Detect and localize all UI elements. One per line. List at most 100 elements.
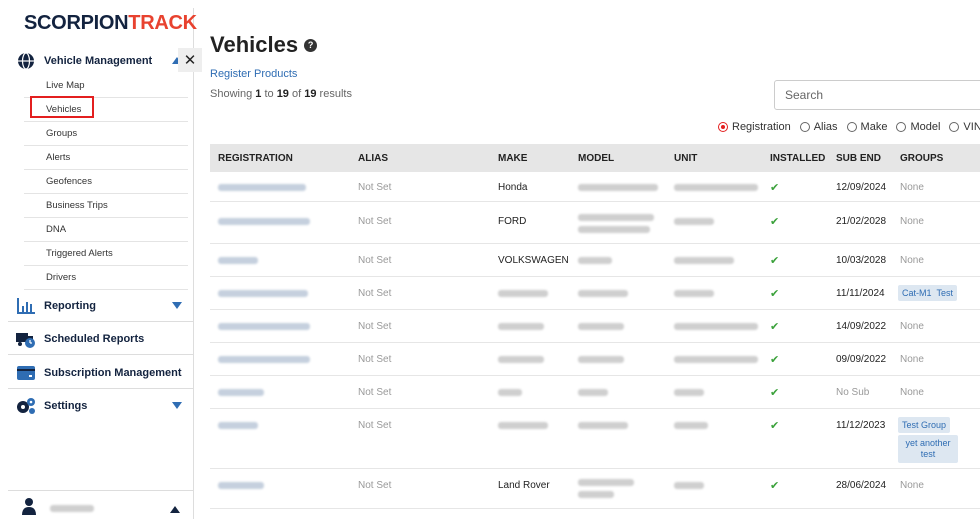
installed-check-icon: ✔ <box>770 288 780 300</box>
group-tag[interactable]: Cat-M1 Test <box>898 285 958 301</box>
unit-redacted <box>674 290 714 297</box>
sidebar-item-triggered-alerts[interactable]: Triggered Alerts <box>24 242 188 266</box>
sidebar-item-geofences[interactable]: Geofences <box>24 170 188 194</box>
registration-redacted[interactable] <box>218 356 310 363</box>
nav-settings[interactable]: Settings <box>8 391 194 421</box>
register-products-link[interactable]: Register Products <box>210 68 297 80</box>
table-row[interactable]: Not Set ✔ No Sub None <box>210 376 980 409</box>
table-row[interactable]: Not Set ✔ 14/09/2022 None <box>210 310 980 343</box>
registration-redacted[interactable] <box>218 422 258 429</box>
group-tag[interactable]: yet another test <box>898 435 958 463</box>
make-redacted <box>498 356 544 363</box>
column-header[interactable]: SUB END <box>836 153 881 164</box>
make-redacted <box>498 323 544 330</box>
unit-redacted <box>674 184 758 191</box>
nav-vehicle-management[interactable]: Vehicle Management <box>8 46 194 76</box>
divider <box>8 321 194 322</box>
table-row[interactable]: Not Set Land Rover ✔ 28/06/2024 None <box>210 469 980 509</box>
search-filter-options: Registration Alias Make Model VIN <box>718 121 980 133</box>
sidebar-item-business-trips[interactable]: Business Trips <box>24 194 188 218</box>
globe-icon <box>16 51 36 71</box>
filter-make-radio[interactable]: Make <box>846 121 887 133</box>
alias-cell: Not Set <box>358 480 392 491</box>
brand-logo[interactable]: SCORPIONTRACK <box>24 12 197 35</box>
sidebar-item-drivers[interactable]: Drivers <box>24 266 188 290</box>
registration-redacted[interactable] <box>218 257 258 264</box>
alias-cell: Not Set <box>358 182 392 193</box>
installed-check-icon: ✔ <box>770 387 780 399</box>
nav-reporting-label: Reporting <box>44 300 96 312</box>
groups-cell: None <box>900 321 924 332</box>
model-redacted <box>578 323 624 330</box>
registration-redacted[interactable] <box>218 482 264 489</box>
column-header[interactable]: MAKE <box>498 153 527 164</box>
alias-cell: Not Set <box>358 420 392 431</box>
filter-vin-radio[interactable]: VIN <box>949 121 980 133</box>
table-row[interactable]: Not Set VOLKSWAGEN ✔ 10/03/2028 None <box>210 244 980 277</box>
filter-model-radio[interactable]: Model <box>896 121 940 133</box>
sub-end-cell: 28/06/2024 <box>836 480 887 491</box>
groups-cell: None <box>900 387 924 398</box>
divider <box>8 354 194 355</box>
unit-redacted <box>674 482 704 489</box>
installed-check-icon: ✔ <box>770 354 780 366</box>
nav-settings-label: Settings <box>44 400 88 412</box>
unit-redacted <box>674 257 734 264</box>
nav-scheduled-reports-label: Scheduled Reports <box>44 333 145 345</box>
registration-redacted[interactable] <box>218 290 308 297</box>
model-redacted <box>578 491 614 498</box>
page-title: Vehicles ? <box>210 32 318 58</box>
search-input[interactable]: Search <box>774 80 980 110</box>
registration-redacted[interactable] <box>218 184 306 191</box>
column-header[interactable]: INSTALLED <box>770 153 825 164</box>
filter-registration-radio[interactable]: Registration <box>718 121 791 133</box>
make-redacted <box>498 422 548 429</box>
user-menu[interactable] <box>8 490 194 519</box>
model-redacted <box>578 422 628 429</box>
gears-icon <box>16 396 36 416</box>
installed-check-icon: ✔ <box>770 182 780 194</box>
table-row[interactable]: Not Set ✔ 11/11/2024 Cat-M1 Test <box>210 277 980 310</box>
column-header[interactable]: GROUPS <box>900 153 943 164</box>
model-redacted <box>578 389 608 396</box>
table-row[interactable]: Not Set ✔ 09/09/2022 None <box>210 343 980 376</box>
sidebar-item-dna[interactable]: DNA <box>24 218 188 242</box>
alias-cell: Not Set <box>358 288 392 299</box>
model-redacted <box>578 356 624 363</box>
table-row[interactable]: Not Set ✔ 11/12/2023 Test Group yet anot… <box>210 409 980 469</box>
sub-end-cell: 14/09/2022 <box>836 321 887 332</box>
sidebar-item-alerts[interactable]: Alerts <box>24 146 188 170</box>
groups-cell: None <box>900 354 924 365</box>
table-row[interactable]: Not Set FORD ✔ 21/02/2028 None <box>210 202 980 244</box>
bar-chart-icon <box>16 296 36 316</box>
sidebar-item-groups[interactable]: Groups <box>24 122 188 146</box>
column-header[interactable]: REGISTRATION <box>218 153 293 164</box>
alias-cell: Not Set <box>358 255 392 266</box>
user-name-redacted <box>50 505 94 512</box>
unit-redacted <box>674 422 708 429</box>
registration-redacted[interactable] <box>218 218 310 225</box>
main-content: Vehicles ? Register Products Showing 1 t… <box>210 0 980 519</box>
close-sidebar-button[interactable]: ✕ <box>178 48 202 72</box>
column-header[interactable]: MODEL <box>578 153 614 164</box>
sub-end-cell: 10/03/2028 <box>836 255 887 266</box>
help-icon[interactable]: ? <box>304 38 318 52</box>
groups-cell: None <box>900 480 924 491</box>
app-root: SCORPIONTRACK Vehicle Management Live Ma… <box>0 0 980 519</box>
alias-cell: Not Set <box>358 354 392 365</box>
column-header[interactable]: ALIAS <box>358 153 388 164</box>
nav-scheduled-reports[interactable]: Scheduled Reports <box>8 324 194 354</box>
nav-reporting[interactable]: Reporting <box>8 291 194 321</box>
nav-subscription-label: Subscription Management <box>44 367 182 379</box>
column-header[interactable]: UNIT <box>674 153 697 164</box>
registration-redacted[interactable] <box>218 323 310 330</box>
table-row[interactable]: Not Set Honda ✔ 12/09/2024 None <box>210 172 980 202</box>
registration-redacted[interactable] <box>218 389 264 396</box>
filter-alias-radio[interactable]: Alias <box>799 121 838 133</box>
make-cell: FORD <box>498 216 527 227</box>
nav-subscription-management[interactable]: Subscription Management <box>8 358 194 388</box>
sub-end-cell: 11/11/2024 <box>836 288 885 299</box>
alias-cell: Not Set <box>358 216 392 227</box>
group-tag[interactable]: Test Group <box>898 417 951 433</box>
sidebar-item-live-map[interactable]: Live Map <box>24 74 188 98</box>
